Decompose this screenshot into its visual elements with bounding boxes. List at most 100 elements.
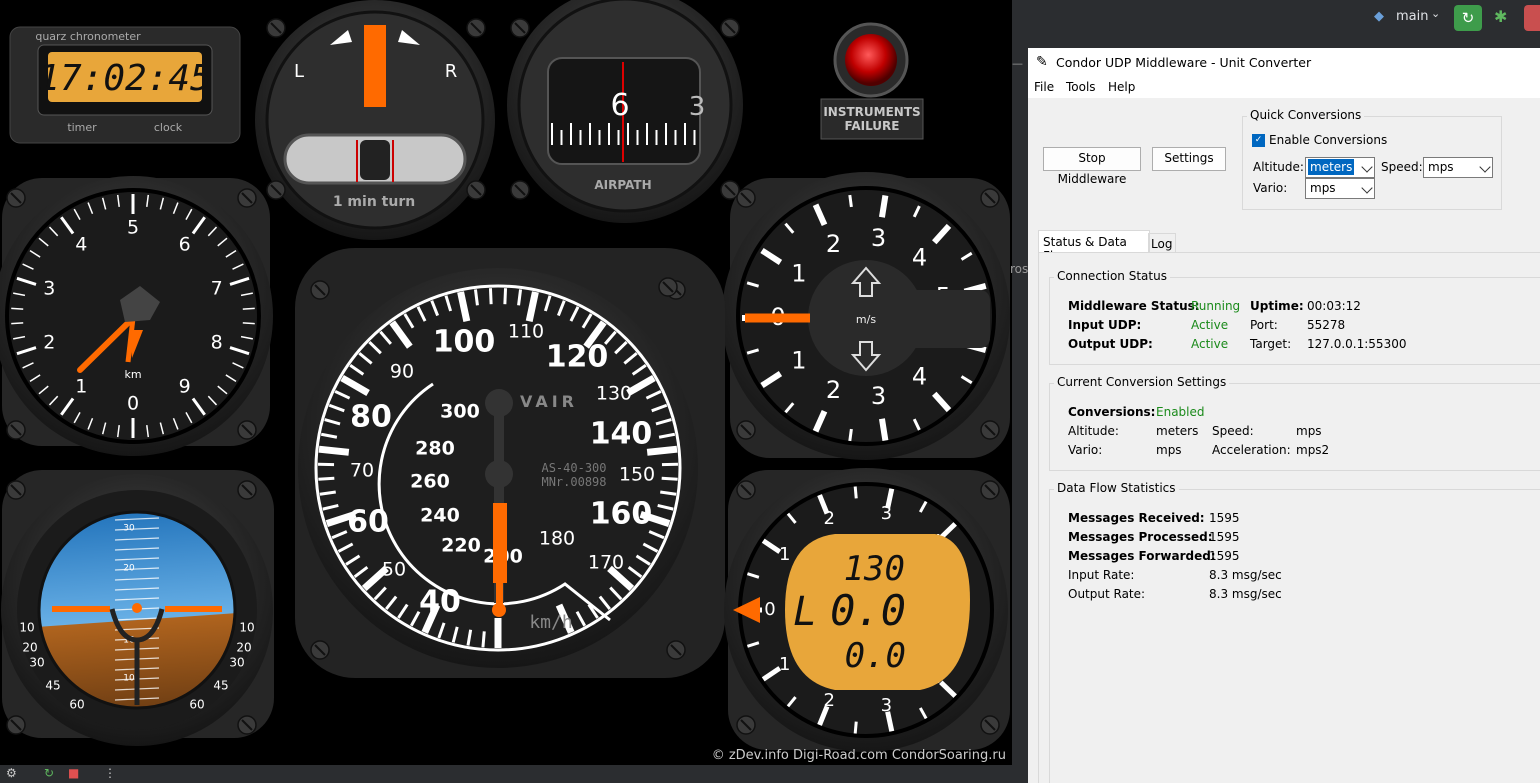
airspeed-tick bbox=[318, 445, 350, 456]
altimeter-number: 7 bbox=[211, 277, 223, 299]
debug-icon[interactable]: ✱ bbox=[1494, 7, 1507, 26]
airspeed-tick bbox=[318, 476, 335, 481]
enable-conversions-label[interactable]: Enable Conversions bbox=[1269, 133, 1387, 147]
digital-vario-line1: 130 bbox=[844, 549, 905, 589]
variometer-number: 4 bbox=[912, 362, 927, 390]
airspeed-number: 170 bbox=[588, 552, 624, 574]
tab-status-data-flow[interactable]: Status & Data Flow bbox=[1038, 230, 1150, 263]
airspeed-number: 180 bbox=[539, 528, 575, 550]
data-flow-stats-frame: Data Flow Statistics Messages Received: … bbox=[1049, 481, 1540, 783]
digital-vario-number: 3 bbox=[881, 503, 892, 524]
airspeed-number: 160 bbox=[590, 497, 653, 532]
turn-indicator-label: 1 min turn bbox=[333, 194, 415, 210]
conv-speed-label: Speed: bbox=[1212, 424, 1254, 438]
airspeed-brand: VAIR bbox=[520, 392, 578, 411]
chevron-down-icon[interactable] bbox=[1361, 161, 1373, 173]
variometer-number: 3 bbox=[871, 382, 886, 410]
branch-chevron-icon[interactable]: ⌄ bbox=[1431, 7, 1440, 20]
altimeter: 0 12 34 5 67 89 km bbox=[0, 176, 273, 456]
cockpit-panel: quarz chronometer 17:02:45 timer clock L… bbox=[0, 0, 1012, 765]
stat-forwarded-label: Messages Forwarded: bbox=[1068, 549, 1216, 563]
failure-line1: INSTRUMENTS bbox=[823, 105, 920, 119]
altimeter-number: 5 bbox=[127, 217, 139, 239]
stat-input-rate-value: 8.3 msg/sec bbox=[1209, 568, 1282, 582]
uptime-label: Uptime: bbox=[1250, 299, 1304, 313]
variometer-tick bbox=[848, 428, 853, 442]
output-udp-value: Active bbox=[1191, 337, 1229, 351]
port-label: Port: bbox=[1250, 318, 1278, 332]
middleware-status-label: Middleware Status: bbox=[1068, 299, 1200, 313]
rerun-icon[interactable]: ↻ bbox=[44, 766, 54, 780]
bank-mark-right: 60 bbox=[189, 698, 204, 712]
conversions-value: Enabled bbox=[1156, 405, 1205, 419]
python-branch-icon: ◆ bbox=[1374, 9, 1384, 24]
bank-mark-left: 45 bbox=[45, 679, 60, 693]
bank-mark-right: 45 bbox=[213, 679, 228, 693]
stop-run-button[interactable] bbox=[1524, 5, 1540, 31]
python-icon[interactable]: ⚙ bbox=[6, 766, 17, 780]
airspeed-inner-number: 300 bbox=[440, 401, 480, 423]
vario-combobox-value: mps bbox=[1310, 181, 1336, 195]
menu-file[interactable]: File bbox=[1034, 80, 1054, 94]
chronometer-label: quarz chronometer bbox=[35, 30, 141, 43]
altimeter-number: 8 bbox=[211, 332, 223, 354]
middleware-window: ✎ Condor UDP Middleware - Unit Converter… bbox=[1028, 48, 1540, 783]
altimeter-tick bbox=[11, 322, 24, 325]
stat-received-value: 1595 bbox=[1209, 511, 1240, 525]
stat-forwarded-value: 1595 bbox=[1209, 549, 1240, 563]
conv-altitude-label: Altitude: bbox=[1068, 424, 1119, 438]
tab-log-label: Log bbox=[1151, 237, 1173, 251]
pitch-label: 30 bbox=[123, 524, 135, 534]
airspeed-inner-number: 220 bbox=[441, 535, 481, 557]
altimeter-tick bbox=[242, 322, 255, 325]
airspeed-unit: km/h bbox=[529, 612, 572, 633]
stat-output-rate-label: Output Rate: bbox=[1068, 587, 1146, 601]
stat-processed-label: Messages Processed: bbox=[1068, 530, 1213, 544]
quick-vario-label: Vario: bbox=[1253, 181, 1288, 195]
airspeed-model: AS-40-300 bbox=[541, 461, 606, 475]
vario-combobox[interactable]: mps bbox=[1305, 178, 1375, 199]
airspeed-number: 120 bbox=[546, 340, 609, 375]
altimeter-number: 9 bbox=[179, 376, 191, 398]
bank-mark-left: 30 bbox=[29, 656, 44, 670]
airspeed-indicator: 406080100 120140160507090110130150170180 … bbox=[295, 248, 725, 678]
branch-selector[interactable]: main bbox=[1396, 9, 1428, 24]
altitude-combobox[interactable]: meters bbox=[1305, 157, 1375, 178]
clock-button-label[interactable]: clock bbox=[154, 121, 183, 134]
chevron-down-icon[interactable] bbox=[1479, 161, 1491, 173]
menu-help[interactable]: Help bbox=[1108, 80, 1135, 94]
digital-vario-number: 0 bbox=[764, 599, 775, 620]
more-icon[interactable]: ⋮ bbox=[104, 766, 116, 780]
altimeter-number: 2 bbox=[43, 332, 55, 354]
digital-vario-number: 2 bbox=[824, 508, 835, 529]
turn-indicator: L R 1 min turn bbox=[255, 0, 495, 240]
airpath-indicator: 6 3 AIRPATH bbox=[507, 0, 743, 223]
altimeter-unit: km bbox=[124, 368, 141, 381]
enable-conversions-checkbox[interactable]: ✓ bbox=[1252, 134, 1265, 147]
variometer-tick bbox=[848, 194, 853, 208]
stop-icon[interactable]: ■ bbox=[68, 766, 79, 780]
chevron-down-icon[interactable] bbox=[1361, 182, 1373, 194]
menu-tools[interactable]: Tools bbox=[1066, 80, 1096, 94]
airspeed-tick bbox=[488, 288, 493, 305]
digital-vario-line2: 0.0 bbox=[830, 586, 906, 635]
speed-combobox[interactable]: mps bbox=[1423, 157, 1493, 178]
target-label: Target: bbox=[1250, 337, 1292, 351]
variometer-tick bbox=[878, 195, 889, 218]
airspeed-number: 150 bbox=[619, 464, 655, 486]
failure-line2: FAILURE bbox=[845, 119, 900, 133]
tab-log[interactable]: Log bbox=[1148, 233, 1176, 253]
bank-mark-left: 20 bbox=[22, 641, 37, 655]
window-titlebar[interactable]: ✎ Condor UDP Middleware - Unit Converter bbox=[1028, 48, 1540, 78]
output-udp-label: Output UDP: bbox=[1068, 337, 1153, 351]
instruments-failure-light: INSTRUMENTS FAILURE bbox=[820, 22, 924, 140]
ide-sidebar-minimize-icon[interactable]: — bbox=[1012, 57, 1023, 70]
variometer-number: 4 bbox=[912, 244, 927, 272]
airspeed-tick bbox=[481, 631, 486, 648]
settings-button[interactable]: Settings bbox=[1152, 147, 1226, 171]
middleware-status-value: Running bbox=[1191, 299, 1241, 313]
stop-middleware-button[interactable]: Stop Middleware bbox=[1043, 147, 1141, 186]
run-button[interactable]: ↻ bbox=[1454, 5, 1482, 31]
variometer: 11223344550 m/s bbox=[722, 172, 1010, 460]
timer-button-label[interactable]: timer bbox=[67, 121, 97, 134]
